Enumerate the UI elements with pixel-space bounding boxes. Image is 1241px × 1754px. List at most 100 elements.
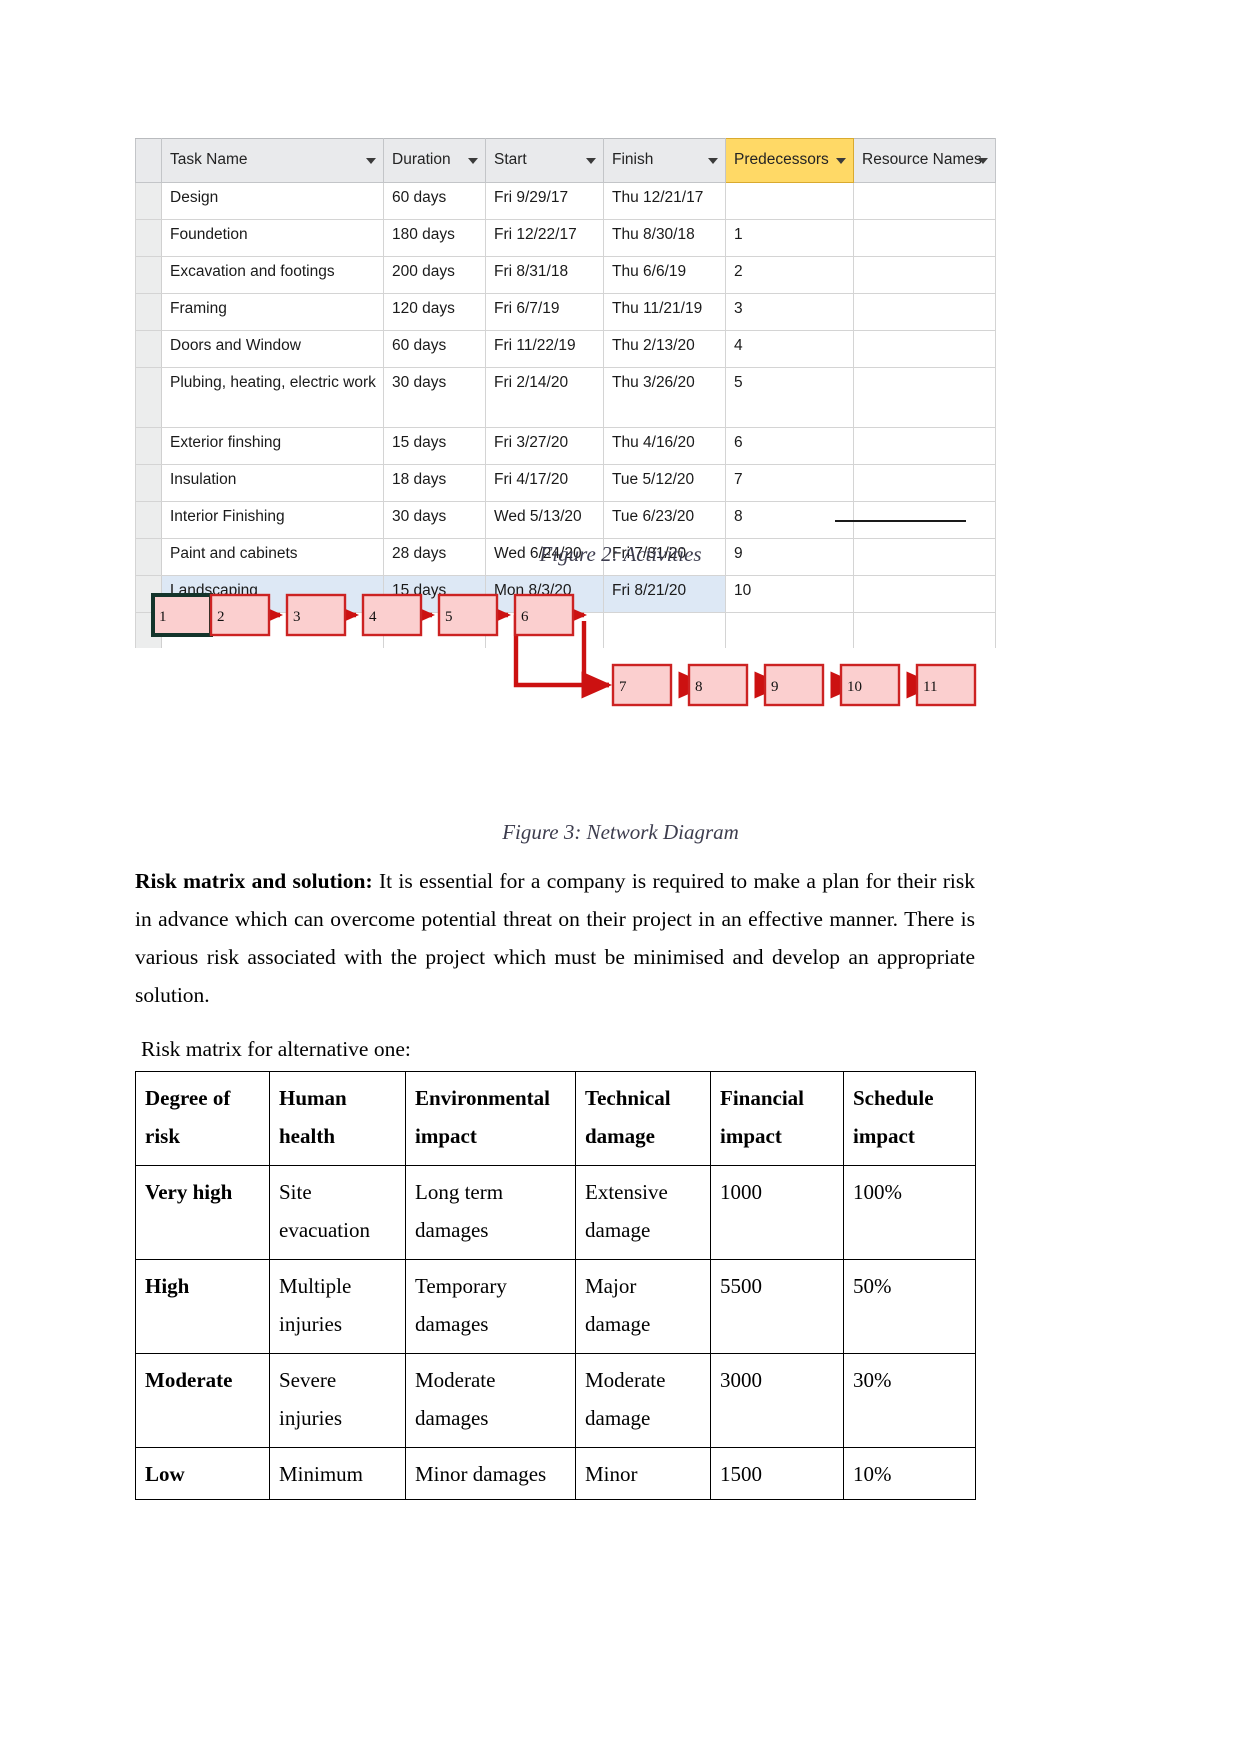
cell-start: Fri 2/14/20 (485, 367, 604, 428)
column-header-finish[interactable]: Finish (603, 138, 726, 183)
column-header-resource-names[interactable]: Resource Names (853, 138, 996, 183)
risk-matrix-table-wrapper: Degree of risk Human health Environmenta… (135, 1071, 976, 1500)
cell-duration: 120 days (383, 293, 486, 331)
row-indicator (135, 367, 162, 428)
cell-task-name: Framing (161, 293, 384, 331)
column-header-task-name[interactable]: Task Name (161, 138, 384, 183)
network-node-3[interactable]: 3 (285, 593, 347, 637)
cell-start: Fri 3/27/20 (485, 427, 604, 465)
row-indicator (135, 219, 162, 257)
network-node-1[interactable]: 1 (151, 593, 213, 637)
risk-header-row: Degree of risk Human health Environmenta… (135, 1071, 976, 1166)
network-node-8[interactable]: 8 (687, 663, 749, 707)
network-node-2[interactable]: 2 (209, 593, 271, 637)
risk-cell-environmental-impact: Moderate damages (405, 1353, 576, 1448)
network-node-7[interactable]: 7 (611, 663, 673, 707)
network-node-4[interactable]: 4 (361, 593, 423, 637)
cell-finish: Thu 6/6/19 (603, 256, 726, 294)
column-header-predecessors[interactable]: Predecessors (725, 138, 854, 183)
cell-start: Fri 6/7/19 (485, 293, 604, 331)
chevron-down-icon[interactable] (468, 157, 478, 164)
network-node-5[interactable]: 5 (437, 593, 499, 637)
cell-predecessors (725, 182, 854, 220)
cell-resource-names (853, 219, 996, 257)
network-node-label: 6 (521, 609, 529, 625)
network-node-11[interactable]: 11 (915, 663, 977, 707)
risk-table-row: Moderate Severe injuries Moderate damage… (135, 1353, 976, 1448)
row-indicator (135, 501, 162, 539)
cell-predecessors: 4 (725, 330, 854, 368)
risk-cell-degree: Very high (135, 1165, 270, 1260)
network-node-label: 3 (293, 609, 301, 625)
risk-cell-financial-impact: 3000 (710, 1353, 844, 1448)
network-node-label: 11 (923, 679, 937, 695)
column-header-start[interactable]: Start (485, 138, 604, 183)
risk-cell-degree: High (135, 1259, 270, 1354)
risk-column-header-environmental-impact: Environmental impact (405, 1071, 576, 1166)
cell-start: Wed 5/13/20 (485, 501, 604, 539)
table-row[interactable]: Foundetion 180 days Fri 12/22/17 Thu 8/3… (135, 219, 996, 257)
table-row[interactable]: Doors and Window 60 days Fri 11/22/19 Th… (135, 330, 996, 368)
cell-predecessors: 5 (725, 367, 854, 428)
cell-resource-names (853, 330, 996, 368)
row-indicator (135, 293, 162, 331)
row-indicator-header (135, 138, 162, 183)
network-node-label: 9 (771, 679, 779, 695)
cell-duration: 200 days (383, 256, 486, 294)
cell-duration: 180 days (383, 219, 486, 257)
risk-cell-degree: Moderate (135, 1353, 270, 1448)
table-row[interactable]: Excavation and footings 200 days Fri 8/3… (135, 256, 996, 294)
cell-task-name: Exterior finshing (161, 427, 384, 465)
cell-duration: 60 days (383, 330, 486, 368)
risk-cell-schedule-impact: 50% (843, 1259, 976, 1354)
risk-cell-human-health: Severe injuries (269, 1353, 406, 1448)
risk-column-header-financial-impact: Financial impact (710, 1071, 844, 1166)
cell-resource-names (853, 256, 996, 294)
chevron-down-icon[interactable] (978, 157, 988, 164)
table-row[interactable]: Plubing, heating, electric work 30 days … (135, 367, 996, 428)
column-header-duration[interactable]: Duration (383, 138, 486, 183)
risk-matrix-paragraph: Risk matrix and solution: It is essentia… (135, 862, 975, 1014)
cell-finish: Thu 12/21/17 (603, 182, 726, 220)
table-row[interactable]: Design 60 days Fri 9/29/17 Thu 12/21/17 (135, 182, 996, 220)
risk-table-row: Very high Site evacuation Long term dama… (135, 1165, 976, 1260)
cell-finish: Thu 2/13/20 (603, 330, 726, 368)
table-row[interactable]: Insulation 18 days Fri 4/17/20 Tue 5/12/… (135, 464, 996, 502)
cell-start: Fri 12/22/17 (485, 219, 604, 257)
risk-cell-schedule-impact: 10% (843, 1447, 976, 1500)
cell-predecessors: 1 (725, 219, 854, 257)
cell-finish: Thu 8/30/18 (603, 219, 726, 257)
chevron-down-icon[interactable] (366, 157, 376, 164)
risk-paragraph-heading: Risk matrix and solution: (135, 869, 373, 893)
row-indicator (135, 427, 162, 465)
network-node-9[interactable]: 9 (763, 663, 825, 707)
risk-cell-human-health: Minimum (269, 1447, 406, 1500)
activities-table-body: Design 60 days Fri 9/29/17 Thu 12/21/17 … (135, 182, 996, 648)
cell-finish: Tue 5/12/20 (603, 464, 726, 502)
network-diagram: 1 2 3 4 5 6 7 8 9 10 11 (135, 585, 980, 720)
network-node-6[interactable]: 6 (513, 593, 575, 637)
cell-resource-names (853, 427, 996, 465)
cell-predecessors: 2 (725, 256, 854, 294)
header-label: Task Name (170, 151, 248, 169)
project-task-table: Task Name Duration Start Finish Predeces… (135, 138, 996, 648)
chevron-down-icon[interactable] (708, 157, 718, 164)
document-page: Task Name Duration Start Finish Predeces… (0, 0, 1241, 1754)
risk-cell-technical-damage: Minor (575, 1447, 711, 1500)
network-node-label: 7 (619, 679, 627, 695)
network-node-10[interactable]: 10 (839, 663, 901, 707)
chevron-down-icon[interactable] (836, 157, 846, 164)
cell-resource-names (853, 464, 996, 502)
cell-start: Fri 8/31/18 (485, 256, 604, 294)
table-row[interactable]: Framing 120 days Fri 6/7/19 Thu 11/21/19… (135, 293, 996, 331)
cell-duration: 30 days (383, 367, 486, 428)
header-label: Finish (612, 151, 654, 169)
chevron-down-icon[interactable] (586, 157, 596, 164)
cell-task-name: Foundetion (161, 219, 384, 257)
cell-finish: Thu 11/21/19 (603, 293, 726, 331)
table-row[interactable]: Exterior finshing 15 days Fri 3/27/20 Th… (135, 427, 996, 465)
cell-task-name: Design (161, 182, 384, 220)
network-node-label: 4 (369, 609, 377, 625)
network-node-label: 5 (445, 609, 453, 625)
cell-task-name: Plubing, heating, electric work (161, 367, 384, 428)
